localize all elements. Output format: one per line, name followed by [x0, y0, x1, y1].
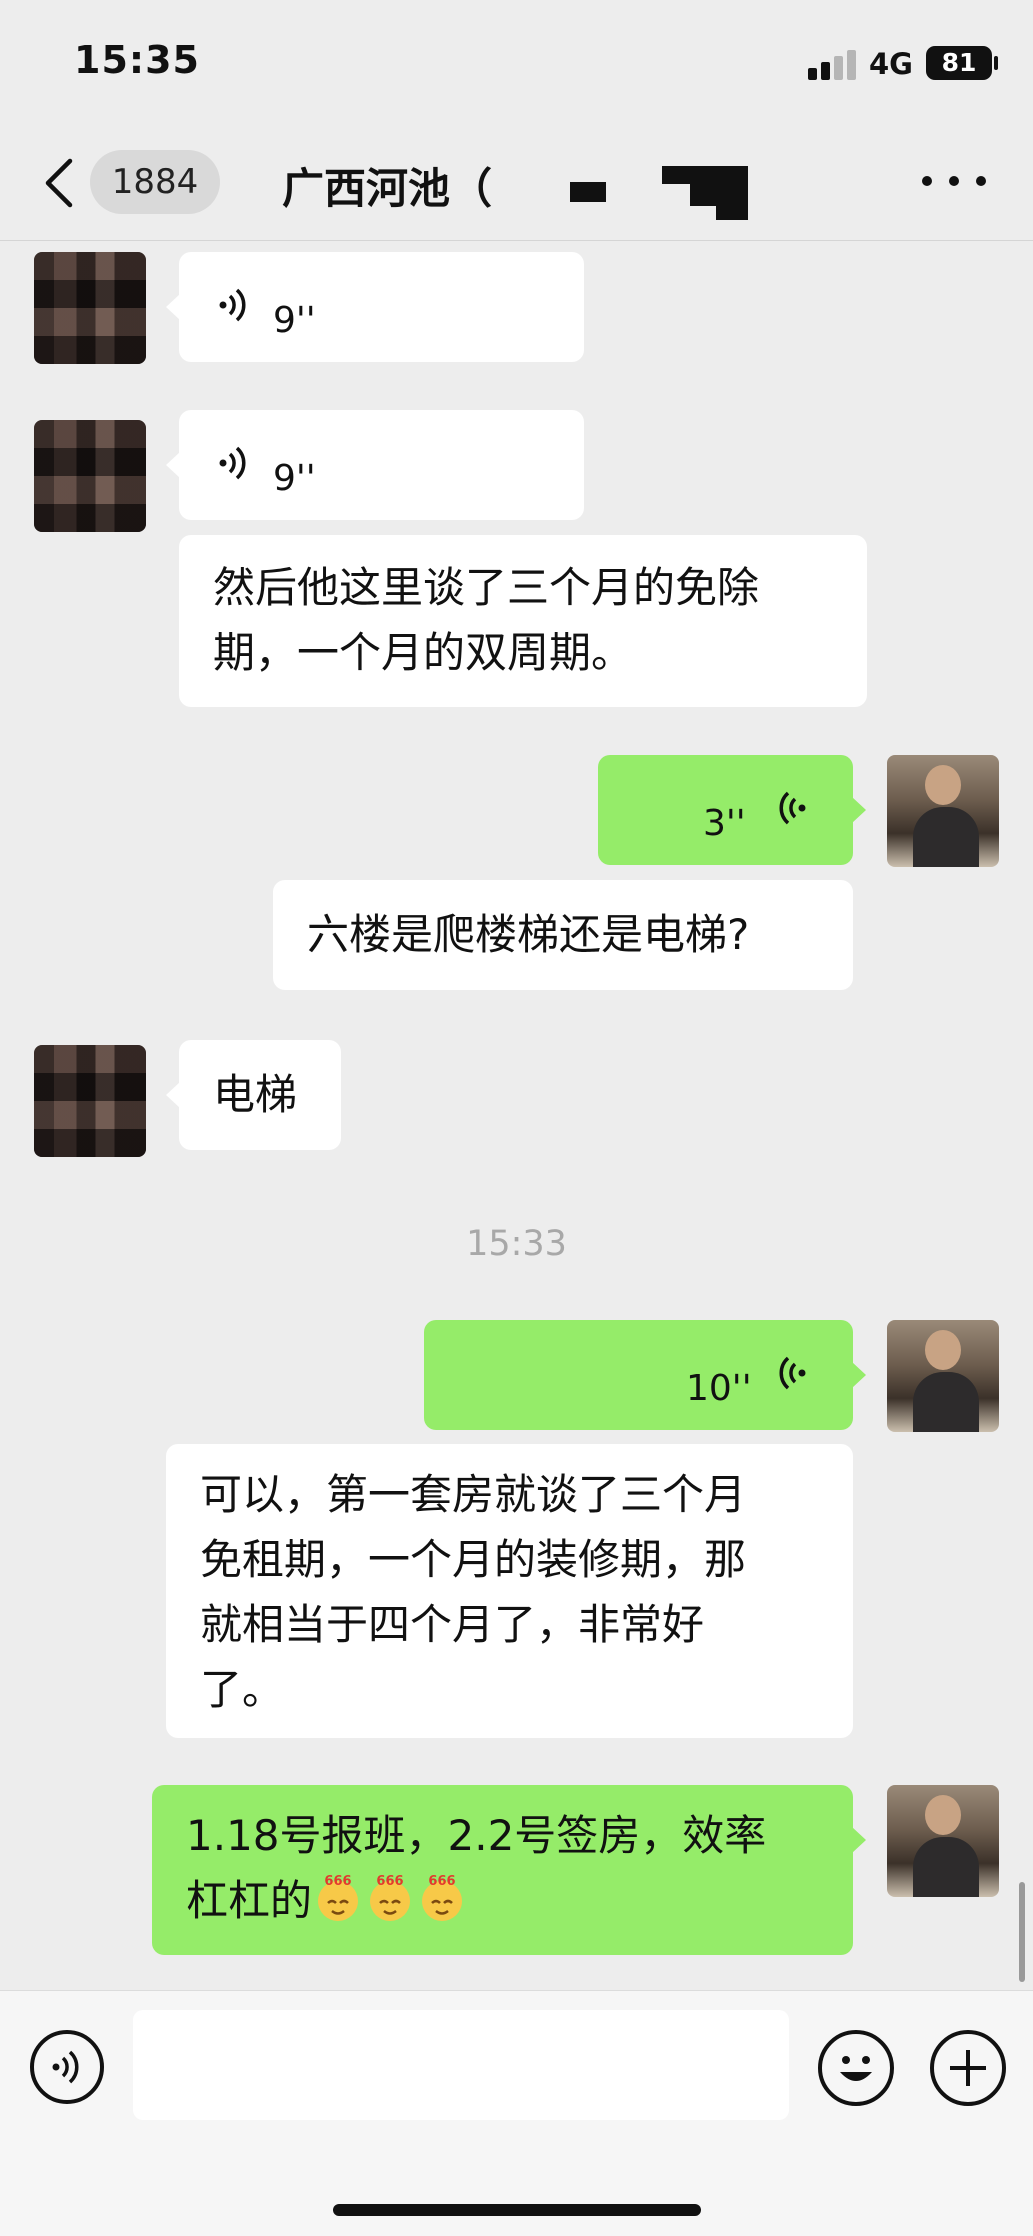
- message-text: 然后他这里谈了三个月的免除 期，一个月的双周期。: [213, 563, 760, 677]
- my-avatar[interactable]: [887, 755, 999, 867]
- message-text: 1.18号报班，2.2号签房，效率 杠杠的 666 666 666: [186, 1803, 766, 1933]
- more-icon[interactable]: [922, 170, 988, 194]
- voice-wave-icon: [779, 791, 806, 825]
- text-message[interactable]: 然后他这里谈了三个月的免除 期，一个月的双周期。: [179, 535, 867, 707]
- message-text: 六楼是爬楼梯还是电梯?: [307, 910, 750, 959]
- contact-avatar[interactable]: [34, 252, 146, 364]
- voice-wave-icon: [219, 288, 246, 322]
- my-avatar[interactable]: [887, 1785, 999, 1897]
- unread-count-badge[interactable]: 1884: [90, 150, 220, 214]
- voice-input-icon[interactable]: [30, 2030, 104, 2104]
- emoji-label: 666: [376, 1874, 403, 1889]
- back-icon[interactable]: [42, 157, 74, 209]
- emoji-label: 666: [428, 1874, 455, 1889]
- text-message[interactable]: 六楼是爬楼梯还是电梯?: [273, 880, 853, 990]
- text-message[interactable]: 1.18号报班，2.2号签房，效率 杠杠的 666 666 666: [152, 1785, 866, 1955]
- nav-divider: [0, 240, 1033, 241]
- 666-emoji: 666: [416, 1871, 468, 1923]
- voice-message[interactable]: 10'': [424, 1320, 866, 1430]
- chat-title: 广西河池（: [282, 164, 493, 213]
- message-text: 电梯: [213, 1070, 298, 1119]
- my-avatar[interactable]: [887, 1320, 999, 1432]
- home-indicator[interactable]: [333, 2204, 701, 2216]
- status-time: 15:35: [74, 38, 200, 82]
- voice-duration: 9'': [273, 458, 316, 499]
- voice-wave-icon: [219, 446, 246, 480]
- message-input[interactable]: [133, 2010, 789, 2120]
- 666-emoji: 666: [312, 1871, 364, 1923]
- signal-icon: [808, 48, 858, 80]
- battery-icon: 81: [926, 46, 992, 80]
- voice-wave-icon: [779, 1356, 806, 1390]
- voice-message[interactable]: 9'': [166, 252, 584, 362]
- voice-duration: 9'': [273, 300, 316, 341]
- text-message[interactable]: 可以，第一套房就谈了三个月 免租期，一个月的装修期，那 就相当于四个月了，非常好…: [166, 1444, 853, 1738]
- voice-duration: 10'': [686, 1368, 752, 1409]
- message-text: 可以，第一套房就谈了三个月 免租期，一个月的装修期，那 就相当于四个月了，非常好…: [200, 1470, 747, 1714]
- text-message[interactable]: 电梯: [166, 1040, 341, 1150]
- voice-message[interactable]: 3'': [598, 755, 866, 865]
- plus-icon[interactable]: [930, 2030, 1006, 2106]
- scrollbar[interactable]: [1019, 1882, 1025, 1982]
- message-timestamp: 15:33: [466, 1224, 567, 1264]
- contact-avatar[interactable]: [34, 420, 146, 532]
- emoji-label: 666: [324, 1874, 351, 1889]
- voice-duration: 3'': [703, 803, 746, 844]
- emoji-icon[interactable]: [818, 2030, 894, 2106]
- message-line: 1.18号报班，2.2号签房，效率: [186, 1811, 767, 1860]
- 666-emoji: 666: [364, 1871, 416, 1923]
- network-type: 4G: [869, 47, 913, 81]
- battery-cap: [994, 56, 998, 70]
- contact-avatar[interactable]: [34, 1045, 146, 1157]
- message-line: 杠杠的: [186, 1876, 313, 1925]
- voice-message[interactable]: 9'': [166, 410, 584, 520]
